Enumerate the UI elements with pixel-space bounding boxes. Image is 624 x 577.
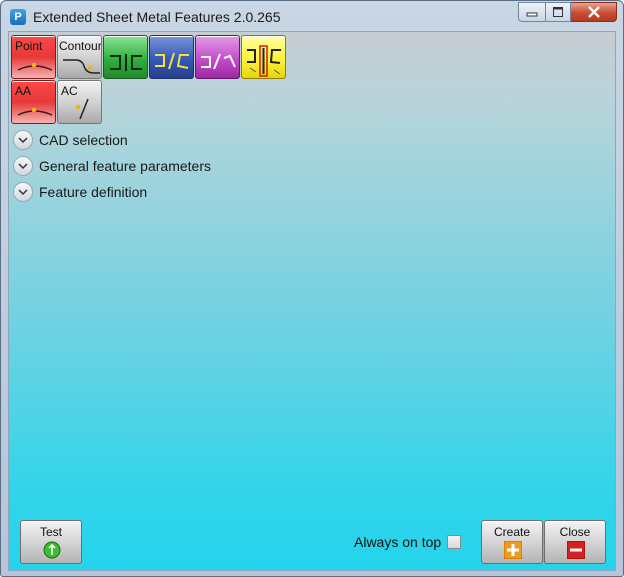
- title-bar[interactable]: P Extended Sheet Metal Features 2.0.265: [1, 1, 623, 31]
- minimize-button[interactable]: [518, 2, 545, 22]
- general-params-label: General feature parameters: [39, 158, 211, 174]
- cad-selection-section[interactable]: CAD selection: [13, 130, 128, 150]
- joggle-blue-icon: [155, 52, 189, 70]
- maximize-button[interactable]: [545, 2, 571, 22]
- joggle-blue-button[interactable]: [149, 35, 194, 79]
- test-icon: [43, 541, 61, 559]
- feature-definition-label: Feature definition: [39, 184, 148, 200]
- joggle-yellow-icon: [247, 45, 281, 77]
- chevron-down-icon: [13, 156, 33, 176]
- aa-mode-button[interactable]: AA: [11, 80, 56, 124]
- test-button[interactable]: Test: [20, 520, 82, 564]
- close-button[interactable]: Close: [544, 520, 606, 564]
- always-on-top-checkbox[interactable]: [447, 535, 461, 549]
- joggle-yellow-button[interactable]: [241, 35, 286, 79]
- app-window: P Extended Sheet Metal Features 2.0.265: [0, 0, 624, 577]
- ac-mode-button[interactable]: AC: [57, 80, 102, 124]
- contour-mode-button[interactable]: Contour: [57, 35, 102, 79]
- joggle-purple-button[interactable]: [195, 35, 240, 79]
- minus-icon: [567, 541, 585, 559]
- chevron-down-icon: [13, 182, 33, 202]
- cad-selection-label: CAD selection: [39, 132, 128, 148]
- close-window-button[interactable]: [571, 2, 617, 22]
- create-button[interactable]: Create: [481, 520, 543, 564]
- create-button-label: Create: [493, 525, 531, 539]
- always-on-top-label: Always on top: [354, 534, 442, 550]
- aa-curve-icon: [17, 107, 53, 116]
- chevron-down-icon: [13, 130, 33, 150]
- feature-definition-section[interactable]: Feature definition: [13, 182, 147, 202]
- point-curve-icon: [17, 62, 53, 71]
- main-panel: Point Contour AA AC CAD selection Genera…: [8, 31, 616, 571]
- window-title: Extended Sheet Metal Features 2.0.265: [33, 9, 281, 25]
- general-params-section[interactable]: General feature parameters: [13, 156, 211, 176]
- close-button-label: Close: [559, 525, 591, 539]
- joggle-green-button[interactable]: [103, 35, 148, 79]
- close-icon: [587, 6, 600, 18]
- feature-toolbar-row-1: Point Contour: [11, 35, 286, 79]
- plus-icon: [504, 541, 522, 559]
- point-mode-button[interactable]: Point: [11, 35, 56, 79]
- caption-buttons: [518, 2, 617, 22]
- contour-curve-icon: [63, 59, 100, 74]
- feature-toolbar-row-2: AA AC: [11, 80, 102, 124]
- ac-line-icon: [75, 98, 89, 120]
- joggle-green-icon: [110, 54, 142, 71]
- maximize-icon: [553, 7, 563, 17]
- minimize-icon: [526, 12, 538, 17]
- app-icon: P: [10, 9, 26, 25]
- test-button-label: Test: [39, 525, 62, 539]
- joggle-purple-icon: [201, 53, 236, 70]
